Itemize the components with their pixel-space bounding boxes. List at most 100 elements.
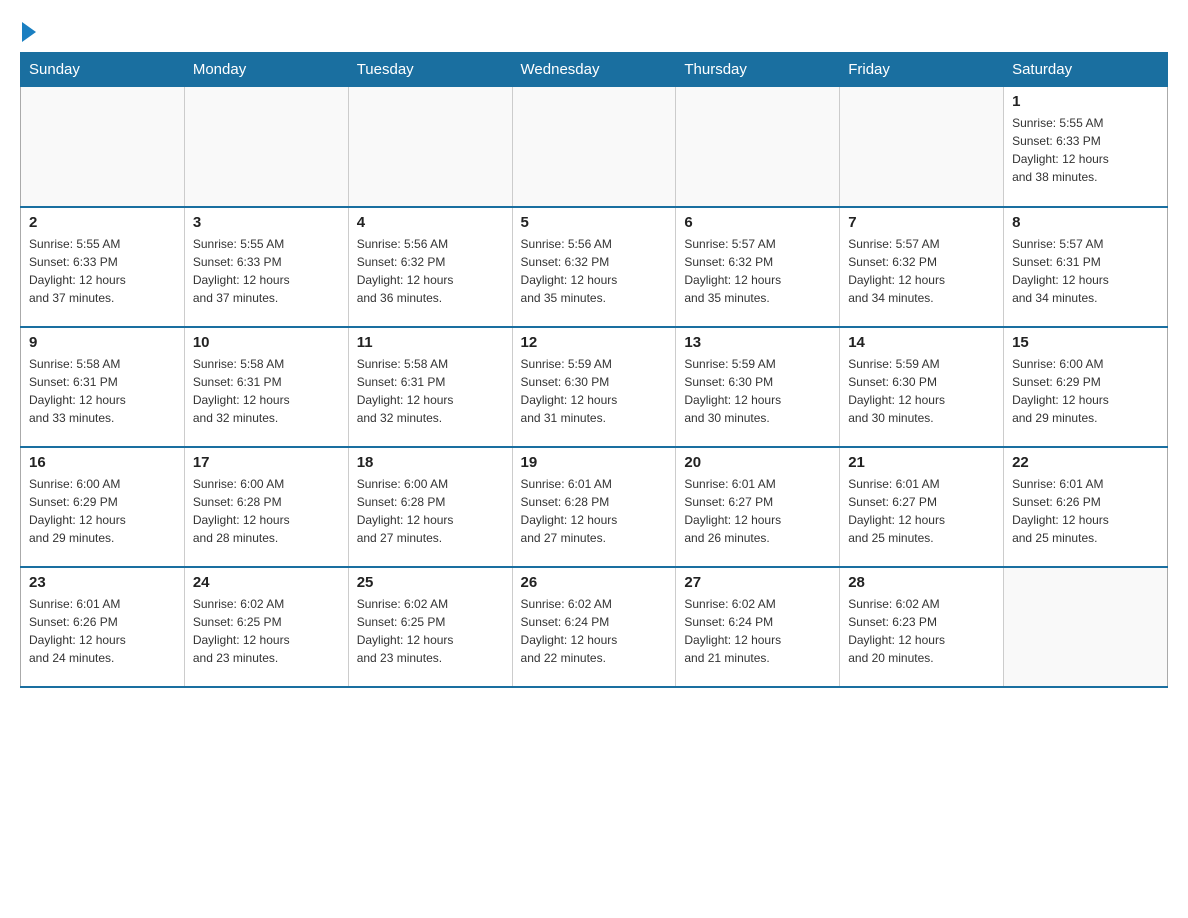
calendar-cell: 15 Sunrise: 6:00 AM Sunset: 6:29 PM Dayli… <box>1004 327 1168 447</box>
day-number: 16 <box>29 454 176 471</box>
day-info: Sunrise: 5:59 AM Sunset: 6:30 PM Dayligh… <box>684 355 831 427</box>
calendar-cell: 17 Sunrise: 6:00 AM Sunset: 6:28 PM Dayli… <box>184 447 348 567</box>
day-info: Sunrise: 6:01 AM Sunset: 6:26 PM Dayligh… <box>1012 475 1159 547</box>
logo-arrow-icon <box>22 22 36 42</box>
day-info: Sunrise: 6:00 AM Sunset: 6:29 PM Dayligh… <box>29 475 176 547</box>
day-info: Sunrise: 5:56 AM Sunset: 6:32 PM Dayligh… <box>357 235 504 307</box>
day-info: Sunrise: 6:02 AM Sunset: 6:24 PM Dayligh… <box>684 595 831 667</box>
calendar-cell <box>21 87 185 207</box>
day-number: 5 <box>521 214 668 231</box>
day-info: Sunrise: 6:01 AM Sunset: 6:27 PM Dayligh… <box>684 475 831 547</box>
day-number: 11 <box>357 334 504 351</box>
day-number: 22 <box>1012 454 1159 471</box>
calendar-cell: 28 Sunrise: 6:02 AM Sunset: 6:23 PM Dayli… <box>840 567 1004 687</box>
calendar-cell: 3 Sunrise: 5:55 AM Sunset: 6:33 PM Daylig… <box>184 207 348 327</box>
day-number: 2 <box>29 214 176 231</box>
calendar-cell: 19 Sunrise: 6:01 AM Sunset: 6:28 PM Dayli… <box>512 447 676 567</box>
day-number: 19 <box>521 454 668 471</box>
calendar-cell: 22 Sunrise: 6:01 AM Sunset: 6:26 PM Dayli… <box>1004 447 1168 567</box>
calendar-cell: 13 Sunrise: 5:59 AM Sunset: 6:30 PM Dayli… <box>676 327 840 447</box>
day-info: Sunrise: 5:56 AM Sunset: 6:32 PM Dayligh… <box>521 235 668 307</box>
day-info: Sunrise: 6:00 AM Sunset: 6:29 PM Dayligh… <box>1012 355 1159 427</box>
weekday-header-wednesday: Wednesday <box>512 53 676 87</box>
calendar-cell: 1Sunrise: 5:55 AM Sunset: 6:33 PM Daylig… <box>1004 87 1168 207</box>
day-number: 9 <box>29 334 176 351</box>
day-info: Sunrise: 6:02 AM Sunset: 6:25 PM Dayligh… <box>193 595 340 667</box>
day-number: 28 <box>848 574 995 591</box>
day-number: 6 <box>684 214 831 231</box>
day-info: Sunrise: 5:55 AM Sunset: 6:33 PM Dayligh… <box>1012 114 1159 186</box>
calendar-cell: 2 Sunrise: 5:55 AM Sunset: 6:33 PM Daylig… <box>21 207 185 327</box>
day-info: Sunrise: 5:59 AM Sunset: 6:30 PM Dayligh… <box>848 355 995 427</box>
weekday-header-saturday: Saturday <box>1004 53 1168 87</box>
calendar-cell: 26 Sunrise: 6:02 AM Sunset: 6:24 PM Dayli… <box>512 567 676 687</box>
calendar-cell <box>676 87 840 207</box>
calendar-table: SundayMondayTuesdayWednesdayThursdayFrid… <box>20 52 1168 688</box>
day-number: 3 <box>193 214 340 231</box>
day-number: 25 <box>357 574 504 591</box>
day-info: Sunrise: 5:58 AM Sunset: 6:31 PM Dayligh… <box>357 355 504 427</box>
calendar-cell: 10Sunrise: 5:58 AM Sunset: 6:31 PM Dayli… <box>184 327 348 447</box>
day-number: 14 <box>848 334 995 351</box>
day-number: 24 <box>193 574 340 591</box>
calendar-cell: 25 Sunrise: 6:02 AM Sunset: 6:25 PM Dayli… <box>348 567 512 687</box>
day-number: 13 <box>684 334 831 351</box>
day-info: Sunrise: 5:58 AM Sunset: 6:31 PM Dayligh… <box>29 355 176 427</box>
day-info: Sunrise: 6:02 AM Sunset: 6:24 PM Dayligh… <box>521 595 668 667</box>
day-number: 15 <box>1012 334 1159 351</box>
day-number: 17 <box>193 454 340 471</box>
calendar-cell: 18 Sunrise: 6:00 AM Sunset: 6:28 PM Dayli… <box>348 447 512 567</box>
calendar-cell: 20 Sunrise: 6:01 AM Sunset: 6:27 PM Dayli… <box>676 447 840 567</box>
page-header <box>20 20 1168 42</box>
calendar-cell <box>348 87 512 207</box>
day-info: Sunrise: 6:00 AM Sunset: 6:28 PM Dayligh… <box>357 475 504 547</box>
day-info: Sunrise: 5:59 AM Sunset: 6:30 PM Dayligh… <box>521 355 668 427</box>
day-info: Sunrise: 5:57 AM Sunset: 6:32 PM Dayligh… <box>848 235 995 307</box>
calendar-cell: 24 Sunrise: 6:02 AM Sunset: 6:25 PM Dayli… <box>184 567 348 687</box>
day-info: Sunrise: 5:57 AM Sunset: 6:31 PM Dayligh… <box>1012 235 1159 307</box>
calendar-cell: 6 Sunrise: 5:57 AM Sunset: 6:32 PM Daylig… <box>676 207 840 327</box>
calendar-cell <box>512 87 676 207</box>
weekday-header-tuesday: Tuesday <box>348 53 512 87</box>
day-number: 18 <box>357 454 504 471</box>
day-info: Sunrise: 6:01 AM Sunset: 6:27 PM Dayligh… <box>848 475 995 547</box>
calendar-cell: 12 Sunrise: 5:59 AM Sunset: 6:30 PM Dayli… <box>512 327 676 447</box>
calendar-cell <box>184 87 348 207</box>
day-info: Sunrise: 5:55 AM Sunset: 6:33 PM Dayligh… <box>193 235 340 307</box>
day-info: Sunrise: 6:01 AM Sunset: 6:28 PM Dayligh… <box>521 475 668 547</box>
calendar-cell: 14 Sunrise: 5:59 AM Sunset: 6:30 PM Dayli… <box>840 327 1004 447</box>
calendar-cell: 9 Sunrise: 5:58 AM Sunset: 6:31 PM Daylig… <box>21 327 185 447</box>
day-number: 26 <box>521 574 668 591</box>
day-number: 7 <box>848 214 995 231</box>
day-number: 27 <box>684 574 831 591</box>
calendar-cell: 8 Sunrise: 5:57 AM Sunset: 6:31 PM Daylig… <box>1004 207 1168 327</box>
calendar-cell: 11 Sunrise: 5:58 AM Sunset: 6:31 PM Dayli… <box>348 327 512 447</box>
day-number: 23 <box>29 574 176 591</box>
day-number: 8 <box>1012 214 1159 231</box>
calendar-header-row: SundayMondayTuesdayWednesdayThursdayFrid… <box>21 53 1168 87</box>
day-info: Sunrise: 6:02 AM Sunset: 6:23 PM Dayligh… <box>848 595 995 667</box>
calendar-cell <box>840 87 1004 207</box>
day-number: 20 <box>684 454 831 471</box>
day-info: Sunrise: 6:02 AM Sunset: 6:25 PM Dayligh… <box>357 595 504 667</box>
day-info: Sunrise: 6:00 AM Sunset: 6:28 PM Dayligh… <box>193 475 340 547</box>
day-info: Sunrise: 5:55 AM Sunset: 6:33 PM Dayligh… <box>29 235 176 307</box>
calendar-cell: 21 Sunrise: 6:01 AM Sunset: 6:27 PM Dayli… <box>840 447 1004 567</box>
calendar-cell <box>1004 567 1168 687</box>
calendar-cell: 4Sunrise: 5:56 AM Sunset: 6:32 PM Daylig… <box>348 207 512 327</box>
calendar-week-row: 2 Sunrise: 5:55 AM Sunset: 6:33 PM Daylig… <box>21 207 1168 327</box>
weekday-header-friday: Friday <box>840 53 1004 87</box>
weekday-header-sunday: Sunday <box>21 53 185 87</box>
calendar-week-row: 9 Sunrise: 5:58 AM Sunset: 6:31 PM Daylig… <box>21 327 1168 447</box>
calendar-cell: 5 Sunrise: 5:56 AM Sunset: 6:32 PM Daylig… <box>512 207 676 327</box>
calendar-cell: 16 Sunrise: 6:00 AM Sunset: 6:29 PM Dayli… <box>21 447 185 567</box>
day-number: 21 <box>848 454 995 471</box>
weekday-header-thursday: Thursday <box>676 53 840 87</box>
day-number: 12 <box>521 334 668 351</box>
day-info: Sunrise: 6:01 AM Sunset: 6:26 PM Dayligh… <box>29 595 176 667</box>
day-number: 10 <box>193 334 340 351</box>
calendar-week-row: 16 Sunrise: 6:00 AM Sunset: 6:29 PM Dayli… <box>21 447 1168 567</box>
calendar-cell: 7 Sunrise: 5:57 AM Sunset: 6:32 PM Daylig… <box>840 207 1004 327</box>
day-info: Sunrise: 5:57 AM Sunset: 6:32 PM Dayligh… <box>684 235 831 307</box>
logo <box>20 20 36 42</box>
